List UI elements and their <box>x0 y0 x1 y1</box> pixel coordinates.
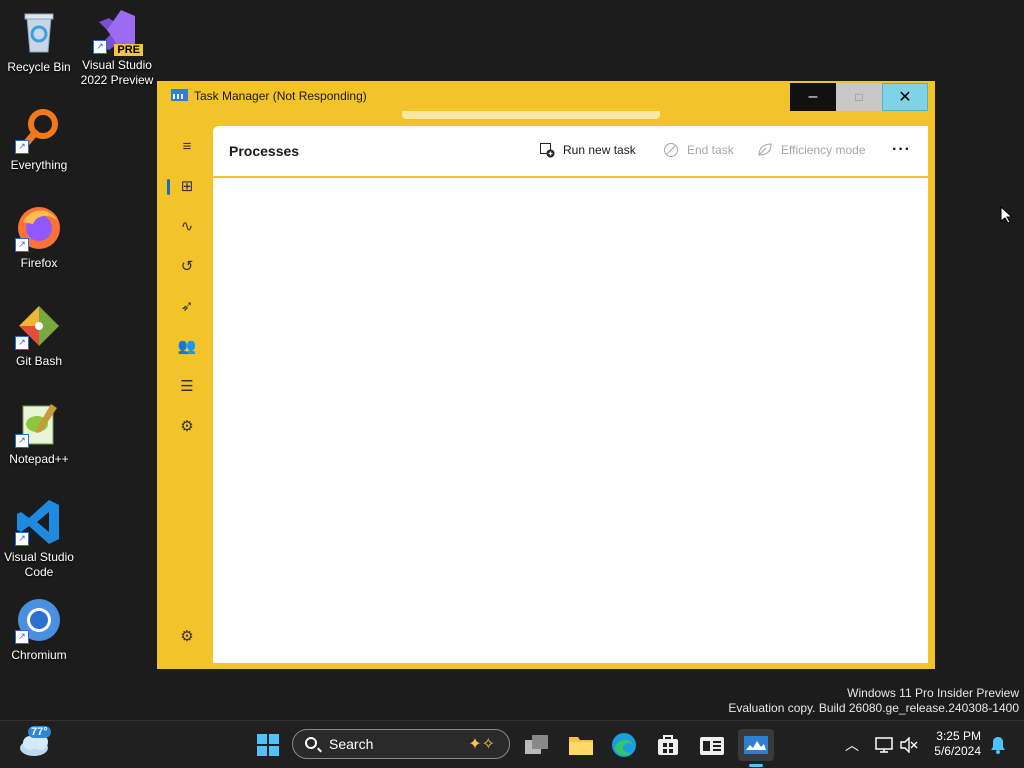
desktop-icon-label: Visual Studio Code <box>4 550 74 579</box>
settings-icon[interactable]: ⚙ <box>173 623 201 651</box>
bell-icon <box>991 737 1005 754</box>
desktop-icon-notepad-plus-plus[interactable]: ↗ Notepad++ <box>1 400 77 467</box>
window-title: Task Manager (Not Responding) <box>194 89 367 103</box>
everything-search-icon: ↗ <box>15 106 63 154</box>
title-bar[interactable]: Task Manager (Not Responding) – □ ✕ <box>157 81 935 111</box>
hamburger-menu-icon[interactable]: ≡ <box>173 133 201 161</box>
startup-apps-icon[interactable]: ➶ <box>173 293 201 321</box>
weather-temperature: 77° <box>28 726 51 738</box>
firefox-icon: ↗ <box>15 204 63 252</box>
users-icon[interactable]: 👥 <box>173 333 201 361</box>
desktop-icon-chromium[interactable]: ↗ Chromium <box>1 596 77 663</box>
task-manager-app-icon <box>171 89 188 101</box>
shortcut-arrow-icon: ↗ <box>93 40 107 54</box>
mouse-cursor-icon <box>1000 205 1014 229</box>
system-clock[interactable]: 3:25 PM 5/6/2024 <box>926 729 981 759</box>
desktop-icon-visual-studio-code[interactable]: ↗ Visual Studio Code <box>1 498 77 580</box>
close-button[interactable]: ✕ <box>882 83 928 111</box>
edge-icon <box>612 733 636 757</box>
end-task-label: End task <box>687 143 734 157</box>
desktop-icon-everything[interactable]: ↗ Everything <box>1 106 77 173</box>
run-new-task-icon <box>539 142 555 158</box>
windows-watermark: Windows 11 Pro Insider Preview Evaluatio… <box>728 686 1019 716</box>
page-title: Processes <box>229 143 300 159</box>
details-icon[interactable]: ☰ <box>173 373 201 401</box>
end-task-button[interactable]: End task <box>663 140 734 160</box>
task-view-icon <box>525 735 548 754</box>
task-manager-taskbar-button[interactable] <box>738 729 774 767</box>
preview-badge: PRE <box>114 44 143 56</box>
processes-page: Processes Run new task End task Efficien… <box>213 126 928 663</box>
efficiency-mode-label: Efficiency mode <box>781 143 866 157</box>
store-icon <box>658 735 678 755</box>
git-bash-icon: ↗ <box>15 302 63 350</box>
clock-date: 5/6/2024 <box>934 744 981 758</box>
taskbar: 77° Search ✦✧ ︿ 3:25 PM 5/6/2024 <box>0 720 1024 768</box>
search-label: Search <box>329 736 374 752</box>
folder-icon <box>569 737 593 755</box>
desktop-icon-label: Recycle Bin <box>7 60 71 74</box>
desktop-icon-recycle-bin[interactable]: Recycle Bin <box>1 8 77 75</box>
desktop-icon-label: Git Bash <box>15 354 63 368</box>
chromium-icon: ↗ <box>15 596 63 644</box>
shortcut-arrow-icon: ↗ <box>15 532 29 546</box>
watermark-line-2: Evaluation copy. Build 26080.ge_release.… <box>728 701 1019 715</box>
visual-studio-preview-icon: PRE ↗ <box>93 6 143 56</box>
notifications-button[interactable] <box>982 729 1014 761</box>
processes-icon[interactable]: ⊞ <box>167 173 201 201</box>
shortcut-arrow-icon: ↗ <box>15 336 29 350</box>
show-hidden-icons-button[interactable]: ︿ <box>836 729 868 761</box>
shortcut-arrow-icon: ↗ <box>15 630 29 644</box>
end-task-icon <box>663 142 679 158</box>
active-indicator <box>749 764 763 767</box>
maximize-button[interactable]: □ <box>836 83 882 111</box>
desktop-icon-label: Chromium <box>11 648 67 662</box>
shortcut-arrow-icon: ↗ <box>15 434 29 448</box>
search-icon <box>305 737 317 749</box>
clock-time: 3:25 PM <box>936 729 981 743</box>
desktop-icon-label: Notepad++ <box>9 452 69 466</box>
news-app-icon <box>700 737 724 755</box>
chevron-up-icon: ︿ <box>845 737 859 753</box>
leaf-icon <box>757 142 773 158</box>
windows-logo-icon <box>257 734 279 756</box>
services-icon[interactable]: ⚙ <box>173 413 201 441</box>
weather-widget[interactable]: 77° <box>18 726 58 762</box>
more-options-button[interactable]: ··· <box>892 140 911 160</box>
desktop-icon-firefox[interactable]: ↗ Firefox <box>1 204 77 271</box>
desktop-icon-label: Everything <box>10 158 68 172</box>
desktop-icon-visual-studio-2022-preview[interactable]: PRE ↗ Visual Studio 2022 Preview <box>79 6 155 88</box>
desktop-icon-label: Firefox <box>20 256 58 270</box>
shortcut-arrow-icon: ↗ <box>15 140 29 154</box>
page-header: Processes Run new task End task Efficien… <box>213 126 928 178</box>
navigation-rail: ≡ ⊞ ∿ ↺ ➶ 👥 ☰ ⚙ ⚙ <box>157 123 213 669</box>
efficiency-mode-button[interactable]: Efficiency mode <box>757 140 866 160</box>
watermark-line-1: Windows 11 Pro Insider Preview <box>847 686 1019 700</box>
run-new-task-label: Run new task <box>563 143 636 157</box>
search-box-ghost <box>402 111 660 119</box>
performance-icon[interactable]: ∿ <box>173 213 201 241</box>
vscode-icon: ↗ <box>15 498 63 546</box>
desktop-icon-label: Visual Studio 2022 Preview <box>80 58 154 87</box>
app-button[interactable] <box>696 729 728 761</box>
microsoft-store-button[interactable] <box>652 729 684 761</box>
edge-button[interactable] <box>608 729 640 761</box>
volume-button[interactable] <box>893 729 925 761</box>
task-manager-icon <box>744 736 768 754</box>
task-manager-window[interactable]: Task Manager (Not Responding) – □ ✕ ≡ ⊞ … <box>157 81 935 669</box>
run-new-task-button[interactable]: Run new task <box>539 140 636 160</box>
start-button[interactable] <box>252 729 284 761</box>
taskbar-search-box[interactable]: Search ✦✧ <box>292 729 510 759</box>
shortcut-arrow-icon: ↗ <box>15 238 29 252</box>
desktop-icon-git-bash[interactable]: ↗ Git Bash <box>1 302 77 369</box>
task-view-button[interactable] <box>521 729 553 761</box>
notepad-plus-plus-icon: ↗ <box>15 400 63 448</box>
recycle-bin-icon <box>15 8 63 56</box>
copilot-sparkle-icon: ✦✧ <box>468 736 495 753</box>
minimize-button[interactable]: – <box>790 83 836 111</box>
volume-muted-icon <box>900 736 918 754</box>
app-history-icon[interactable]: ↺ <box>173 253 201 281</box>
network-icon <box>875 737 893 753</box>
file-explorer-button[interactable] <box>565 729 597 761</box>
